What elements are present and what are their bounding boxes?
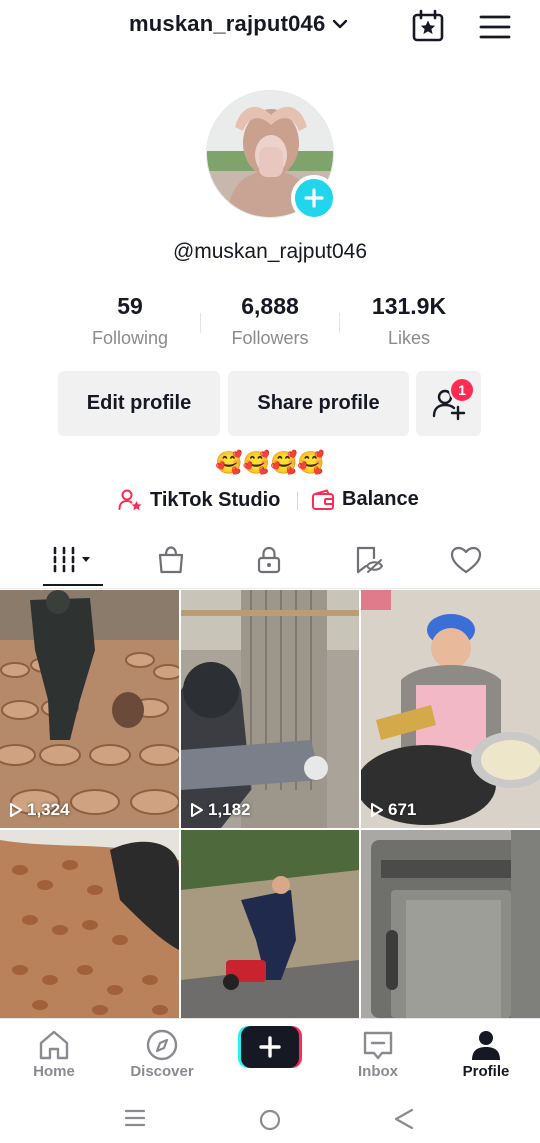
plus-icon	[304, 188, 324, 208]
view-count-value: 1,182	[208, 800, 251, 819]
account-switcher[interactable]: muskan_rajput046	[129, 11, 349, 37]
create-post-button[interactable]	[238, 1026, 302, 1068]
video-thumbnail-image	[181, 590, 359, 828]
nav-inbox[interactable]: Inbox	[324, 1019, 432, 1089]
play-icon	[371, 803, 383, 817]
view-count: 1,324	[9, 800, 70, 820]
edit-profile-button[interactable]: Edit profile	[58, 371, 220, 436]
play-icon	[10, 803, 22, 817]
videos-grid-icon	[53, 546, 90, 573]
links-divider	[297, 492, 298, 510]
video-thumbnail-image	[0, 590, 179, 828]
nav-inbox-label: Inbox	[358, 1063, 398, 1080]
likes-label: Likes	[387, 328, 431, 348]
calendar-star-icon[interactable]	[410, 8, 446, 44]
tiktok-studio-link[interactable]: TikTok Studio	[118, 488, 280, 512]
lock-icon	[257, 546, 281, 574]
video-thumbnail[interactable]	[0, 830, 179, 1018]
tab-private[interactable]	[244, 540, 294, 580]
balance-label: Balance	[342, 488, 419, 510]
video-thumbnail-image	[181, 830, 359, 1018]
view-count-value: 671	[388, 800, 417, 819]
notification-badge: 1	[449, 377, 475, 403]
stat-following[interactable]: 59 Following	[60, 293, 200, 349]
video-thumbnail[interactable]: 1,324	[0, 590, 179, 828]
following-count: 59	[117, 293, 143, 319]
add-avatar-button[interactable]	[291, 175, 337, 221]
profile-header: muskan_rajput046	[0, 0, 540, 52]
nav-home-label: Home	[33, 1063, 75, 1080]
home-circle-icon[interactable]	[258, 1108, 282, 1132]
stat-followers[interactable]: 6,888 Followers	[200, 293, 340, 349]
studio-person-star-icon	[118, 489, 142, 511]
system-navigation-bar	[0, 1090, 540, 1143]
nav-profile-label: Profile	[462, 1063, 510, 1080]
balance-link[interactable]: Balance	[311, 488, 419, 511]
video-thumbnail[interactable]	[361, 830, 540, 1018]
video-thumbnail-image	[361, 590, 540, 828]
nav-discover[interactable]: Discover	[108, 1019, 216, 1089]
video-thumbnail[interactable]	[181, 830, 359, 1018]
view-count: 1,182	[190, 800, 251, 820]
wallet-icon	[312, 489, 334, 510]
back-triangle-icon[interactable]	[392, 1107, 416, 1131]
recent-apps-icon[interactable]	[124, 1108, 146, 1128]
play-icon	[191, 803, 203, 817]
chevron-down-icon	[333, 19, 348, 29]
tab-shop[interactable]	[146, 540, 196, 580]
username-title: muskan_rajput046	[129, 11, 326, 36]
tabs-divider	[0, 588, 540, 589]
tab-liked[interactable]	[441, 540, 491, 580]
hamburger-menu-icon[interactable]	[478, 12, 512, 42]
shop-bag-icon	[158, 546, 184, 574]
profile-bio: 🥰🥰🥰🥰	[215, 450, 325, 475]
profile-handle: @muskan_rajput046	[172, 240, 368, 263]
share-profile-button[interactable]: Share profile	[228, 371, 409, 436]
likes-count: 131.9K	[371, 293, 447, 319]
following-label: Following	[91, 328, 169, 348]
followers-count: 6,888	[241, 293, 299, 319]
favorites-hidden-icon	[356, 546, 384, 574]
nav-profile[interactable]: Profile	[432, 1019, 540, 1089]
tab-favorites[interactable]	[344, 540, 394, 580]
nav-discover-label: Discover	[130, 1063, 194, 1080]
view-count: 671	[370, 800, 416, 820]
liked-heart-icon	[450, 546, 482, 574]
video-thumbnail[interactable]: 1,182	[181, 590, 359, 828]
profile-person-icon	[472, 1031, 500, 1060]
video-thumbnail-image	[0, 830, 179, 1018]
home-icon	[39, 1030, 69, 1060]
video-grid: 1,324 1,182 671	[0, 590, 540, 1018]
inbox-icon	[363, 1031, 393, 1060]
video-thumbnail-image	[361, 830, 540, 1018]
active-tab-indicator	[43, 584, 103, 586]
tiktok-studio-label: TikTok Studio	[150, 488, 281, 511]
video-thumbnail[interactable]: 671	[361, 590, 540, 828]
compass-icon	[146, 1029, 178, 1061]
stat-likes[interactable]: 131.9K Likes	[339, 293, 479, 349]
nav-home[interactable]: Home	[0, 1019, 108, 1089]
followers-label: Followers	[231, 328, 309, 348]
tab-videos[interactable]	[43, 540, 103, 580]
view-count-value: 1,324	[27, 800, 70, 819]
